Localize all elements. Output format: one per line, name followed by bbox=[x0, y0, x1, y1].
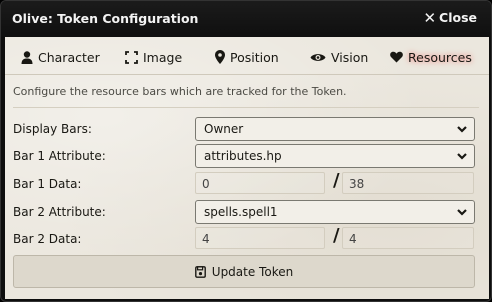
tab-position[interactable]: Position bbox=[215, 45, 279, 69]
eye-icon bbox=[310, 53, 326, 61]
config-panel: Character Image Position Vision Resource… bbox=[5, 37, 489, 299]
bar2-slash: / bbox=[333, 225, 340, 246]
bar1-attribute-select[interactable]: attributes.hp bbox=[195, 144, 475, 168]
close-icon: ✕ bbox=[423, 8, 437, 27]
map-marker-icon bbox=[215, 50, 225, 64]
close-label: Close bbox=[439, 10, 477, 25]
display-bars-label: Display Bars: bbox=[13, 122, 92, 136]
chevron-down-icon bbox=[457, 153, 467, 160]
tab-resources[interactable]: Resources bbox=[390, 45, 472, 69]
tab-label: Character bbox=[38, 49, 100, 65]
bar2-attribute-label: Bar 2 Attribute: bbox=[13, 205, 106, 219]
display-bars-value: Owner bbox=[204, 122, 244, 136]
expand-icon bbox=[125, 50, 138, 64]
window-titlebar[interactable]: Olive: Token Configuration ✕ Close bbox=[1, 1, 491, 37]
bar1-attribute-label: Bar 1 Attribute: bbox=[13, 149, 106, 163]
bar1-data-label: Bar 1 Data: bbox=[13, 177, 82, 191]
display-bars-select[interactable]: Owner bbox=[195, 117, 475, 141]
bar1-value-input[interactable]: 0 bbox=[195, 172, 325, 194]
bar1-attribute-value: attributes.hp bbox=[204, 149, 282, 163]
bar2-value-input[interactable]: 4 bbox=[195, 227, 325, 249]
tab-bar: Character Image Position Vision Resource… bbox=[5, 37, 489, 75]
tab-label: Vision bbox=[331, 49, 369, 65]
bar2-attribute-select[interactable]: spells.spell1 bbox=[195, 200, 475, 224]
bar2-max-input[interactable]: 4 bbox=[342, 227, 474, 249]
save-icon bbox=[194, 265, 206, 278]
tab-label: Position bbox=[230, 49, 279, 65]
update-token-button[interactable]: Update Token bbox=[13, 255, 475, 288]
chevron-down-icon bbox=[457, 126, 467, 133]
chevron-down-icon bbox=[457, 209, 467, 216]
tab-character[interactable]: Character bbox=[21, 45, 100, 69]
bar1-max-input[interactable]: 38 bbox=[342, 172, 474, 194]
tab-image[interactable]: Image bbox=[125, 45, 182, 69]
bar1-slash: / bbox=[333, 170, 340, 191]
user-icon bbox=[21, 50, 33, 64]
resources-hint: Configure the resource bars which are tr… bbox=[13, 85, 347, 98]
tab-label: Resources bbox=[408, 49, 472, 65]
token-config-window: Olive: Token Configuration ✕ Close Chara… bbox=[0, 0, 492, 302]
tab-label: Image bbox=[143, 49, 183, 65]
bar2-attribute-value: spells.spell1 bbox=[204, 205, 278, 219]
update-token-label: Update Token bbox=[211, 264, 294, 279]
heart-icon bbox=[390, 51, 403, 63]
tab-vision[interactable]: Vision bbox=[310, 45, 368, 69]
divider bbox=[13, 107, 479, 108]
bar2-data-label: Bar 2 Data: bbox=[13, 232, 82, 246]
window-title: Olive: Token Configuration bbox=[12, 11, 199, 26]
close-button[interactable]: ✕ Close bbox=[423, 10, 477, 25]
